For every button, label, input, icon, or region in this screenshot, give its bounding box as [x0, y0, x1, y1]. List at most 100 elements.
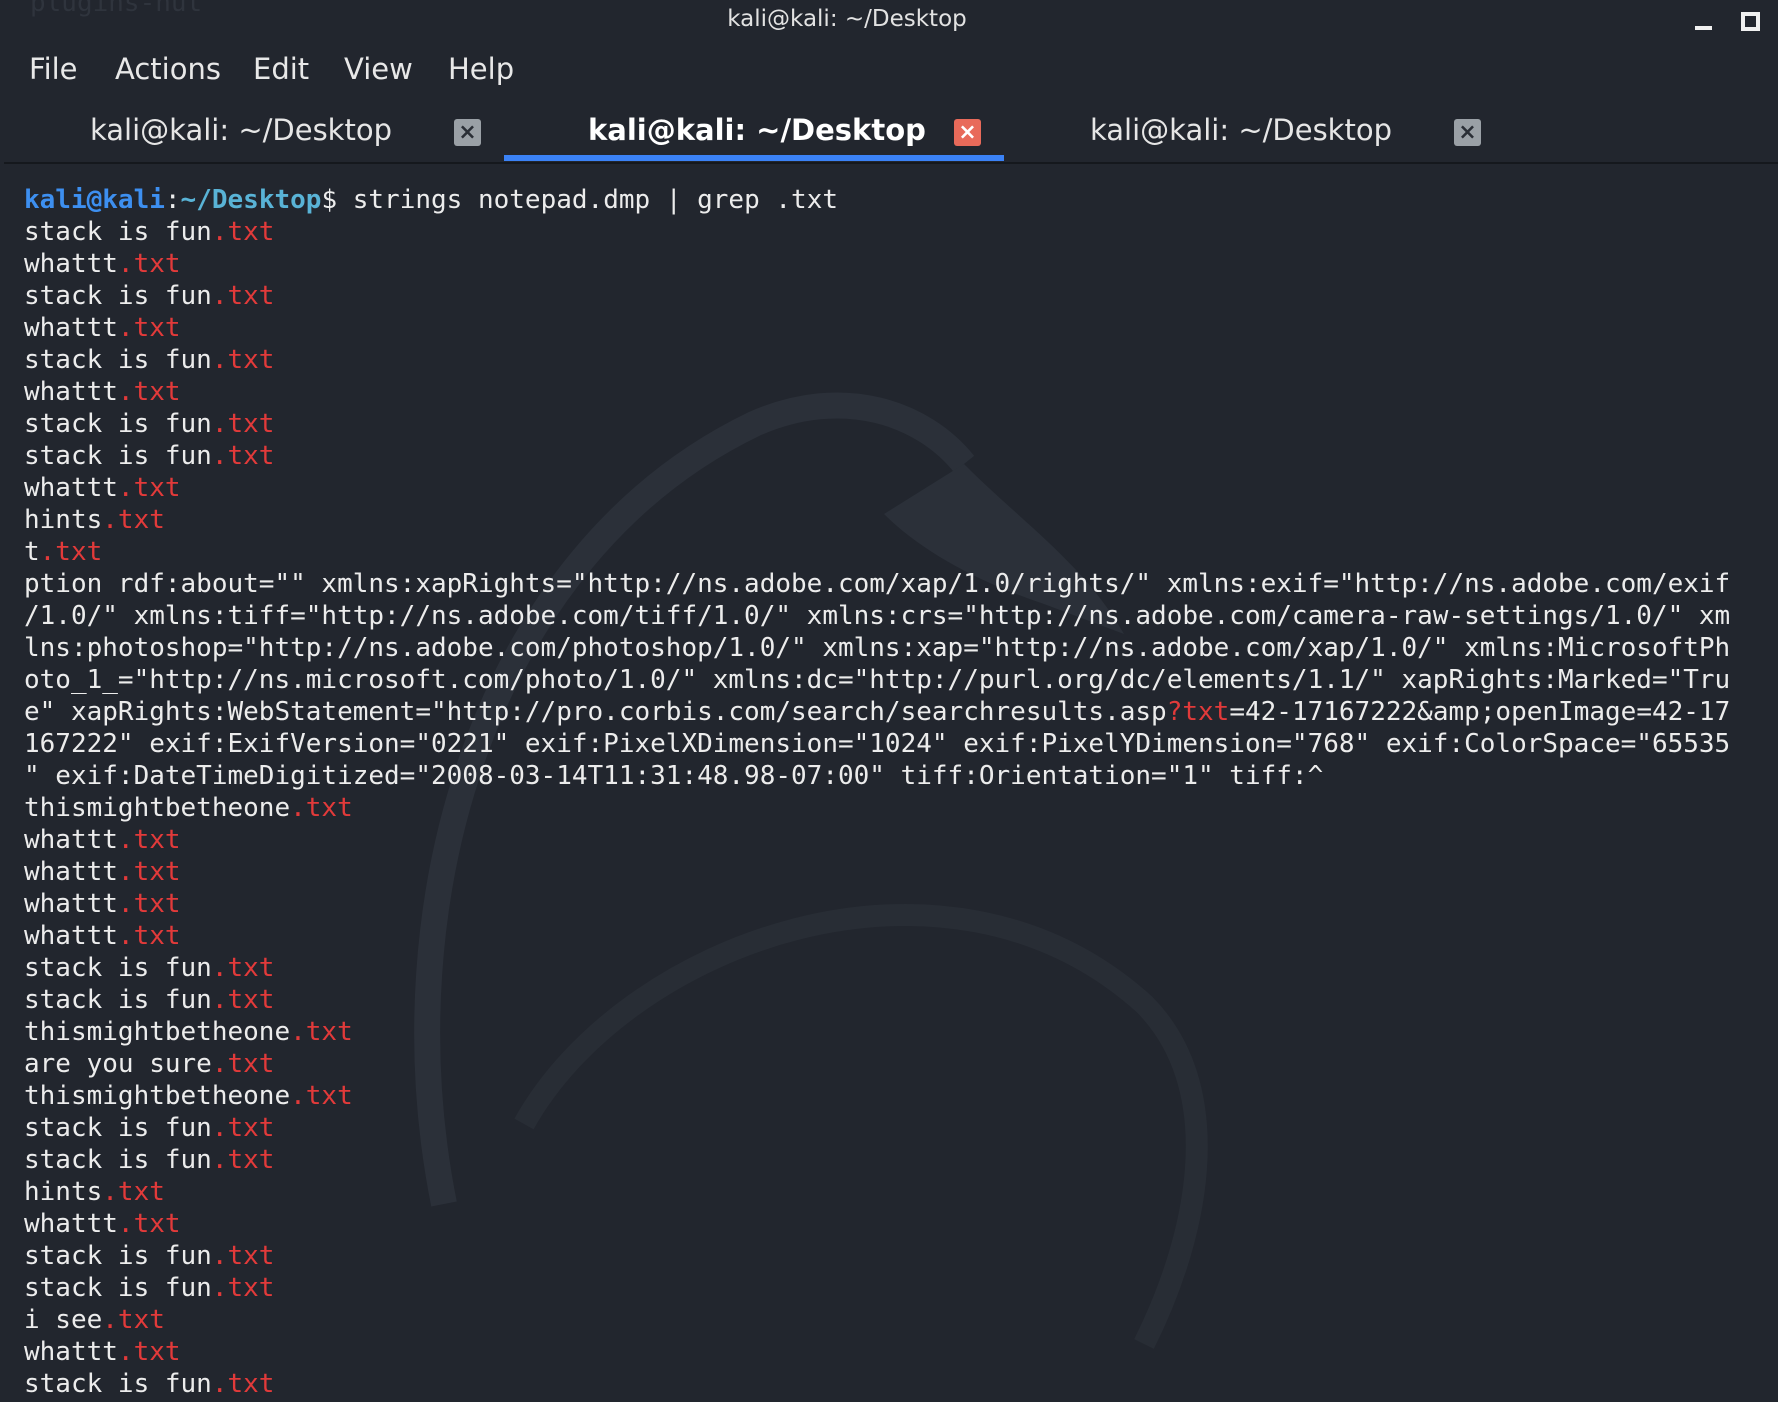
menu-edit[interactable]: Edit — [253, 52, 309, 86]
match-highlight: .txt — [290, 1017, 353, 1047]
match-highlight: .txt — [211, 217, 275, 247]
window-titlebar[interactable]: plugins-nut kali@kali: ~/Desktop — [0, 0, 1778, 42]
output-line: whattt.txt — [24, 888, 1772, 920]
output-text: /1.0/" xmlns:tiff="http://ns.adobe.com/t… — [24, 601, 1731, 631]
match-highlight: .txt — [290, 1081, 353, 1111]
output-text: ption rdf:about="" xmlns:xapRights="http… — [24, 569, 1731, 599]
output-text: stack is fun — [24, 217, 212, 247]
window-title: kali@kali: ~/Desktop — [727, 6, 967, 32]
output-text: thismightbetheone — [24, 1081, 291, 1111]
menu-view[interactable]: View — [344, 52, 413, 86]
output-text: i see — [24, 1305, 103, 1335]
match-highlight: .txt — [117, 921, 181, 951]
active-tab-indicator — [504, 155, 1004, 161]
output-line: 167222" exif:ExifVersion="0221" exif:Pix… — [24, 728, 1772, 760]
output-text: whattt — [24, 857, 118, 887]
output-text: stack is fun — [24, 1113, 212, 1143]
close-icon[interactable]: × — [1454, 119, 1481, 146]
tab-2[interactable]: kali@kali: ~/Desktop × — [504, 103, 1004, 161]
output-text: t — [24, 537, 40, 567]
output-text: stack is fun — [24, 1241, 212, 1271]
output-text: lns:photoshop="http://ns.adobe.com/photo… — [24, 633, 1731, 663]
match-highlight: .txt — [211, 441, 275, 471]
output-text: whattt — [24, 921, 118, 951]
maximize-icon[interactable] — [1740, 12, 1762, 31]
match-highlight: .txt — [211, 1369, 275, 1399]
match-highlight: .txt — [211, 281, 275, 311]
output-text: whattt — [24, 825, 118, 855]
menu-help[interactable]: Help — [448, 52, 514, 86]
match-highlight: ?txt — [1166, 697, 1230, 727]
match-highlight: .txt — [211, 1145, 275, 1175]
match-highlight: .txt — [117, 825, 181, 855]
tab-3[interactable]: kali@kali: ~/Desktop × — [1004, 103, 1504, 161]
output-line: stack is fun.txt — [24, 344, 1772, 376]
output-text: stack is fun — [24, 1145, 212, 1175]
match-highlight: .txt — [117, 1209, 181, 1239]
match-highlight: .txt — [211, 953, 275, 983]
output-text: " exif:DateTimeDigitized="2008-03-14T11:… — [24, 761, 1324, 791]
match-highlight: .txt — [117, 857, 181, 887]
tab-1[interactable]: kali@kali: ~/Desktop × — [4, 103, 504, 161]
tab-label: kali@kali: ~/Desktop — [588, 113, 926, 147]
output-text: stack is fun — [24, 1273, 212, 1303]
match-highlight: .txt — [211, 345, 275, 375]
match-highlight: .txt — [39, 537, 103, 567]
output-line: whattt.txt — [24, 472, 1772, 504]
output-line: i see.txt — [24, 1304, 1772, 1336]
output-line: stack is fun.txt — [24, 216, 1772, 248]
output-line: stack is fun.txt — [24, 1240, 1772, 1272]
match-highlight: .txt — [117, 1337, 181, 1367]
output-line: whattt.txt — [24, 920, 1772, 952]
output-text: thismightbetheone — [24, 1017, 291, 1047]
prompt-separator: : — [164, 185, 181, 215]
output-line: thismightbetheone.txt — [24, 1080, 1772, 1112]
output-line: stack is fun.txt — [24, 952, 1772, 984]
output-line: whattt.txt — [24, 376, 1772, 408]
output-text: whattt — [24, 473, 118, 503]
close-icon[interactable]: × — [954, 119, 981, 146]
match-highlight: .txt — [211, 409, 275, 439]
menu-bar: File Actions Edit View Help — [0, 52, 1778, 92]
output-line: e" xapRights:WebStatement="http://pro.co… — [24, 696, 1772, 728]
output-line: whattt.txt — [24, 1208, 1772, 1240]
output-text: oto_1_="http://ns.microsoft.com/photo/1.… — [24, 665, 1731, 695]
output-text: whattt — [24, 249, 118, 279]
output-line: oto_1_="http://ns.microsoft.com/photo/1.… — [24, 664, 1772, 696]
output-text: are you sure — [24, 1049, 212, 1079]
command-line: kali@kali:~/Desktop$ strings notepad.dmp… — [24, 184, 1772, 216]
terminal-output[interactable]: kali@kali:~/Desktop$ strings notepad.dmp… — [24, 184, 1772, 1400]
match-highlight: .txt — [117, 249, 181, 279]
output-text: whattt — [24, 377, 118, 407]
menu-actions[interactable]: Actions — [115, 52, 221, 86]
tab-bar: kali@kali: ~/Desktop × kali@kali: ~/Desk… — [4, 103, 1778, 164]
match-highlight: .txt — [117, 377, 181, 407]
output-line: stack is fun.txt — [24, 440, 1772, 472]
output-text: stack is fun — [24, 345, 212, 375]
output-text: whattt — [24, 313, 118, 343]
match-highlight: .txt — [211, 1273, 275, 1303]
output-line: stack is fun.txt — [24, 280, 1772, 312]
output-line: whattt.txt — [24, 856, 1772, 888]
output-line: stack is fun.txt — [24, 1112, 1772, 1144]
match-highlight: .txt — [117, 313, 181, 343]
output-line: are you sure.txt — [24, 1048, 1772, 1080]
output-text: whattt — [24, 889, 118, 919]
output-text: =42-17167222&amp;openImage=42-17 — [1229, 697, 1731, 727]
output-line: lns:photoshop="http://ns.adobe.com/photo… — [24, 632, 1772, 664]
minimize-icon[interactable] — [1693, 12, 1715, 30]
output-line: t.txt — [24, 536, 1772, 568]
menu-file[interactable]: File — [29, 52, 78, 86]
output-lines: stack is fun.txt whattt.txt stack is fun.t… — [24, 216, 1772, 1400]
match-highlight: .txt — [117, 889, 181, 919]
match-highlight: .txt — [211, 985, 275, 1015]
match-highlight: .txt — [211, 1241, 275, 1271]
close-icon[interactable]: × — [454, 119, 481, 146]
output-text: e" xapRights:WebStatement="http://pro.co… — [24, 697, 1167, 727]
tab-label: kali@kali: ~/Desktop — [1090, 113, 1392, 147]
output-text: stack is fun — [24, 281, 212, 311]
output-text: stack is fun — [24, 985, 212, 1015]
output-line: stack is fun.txt — [24, 1368, 1772, 1400]
match-highlight: .txt — [102, 1177, 165, 1207]
output-text: stack is fun — [24, 441, 212, 471]
